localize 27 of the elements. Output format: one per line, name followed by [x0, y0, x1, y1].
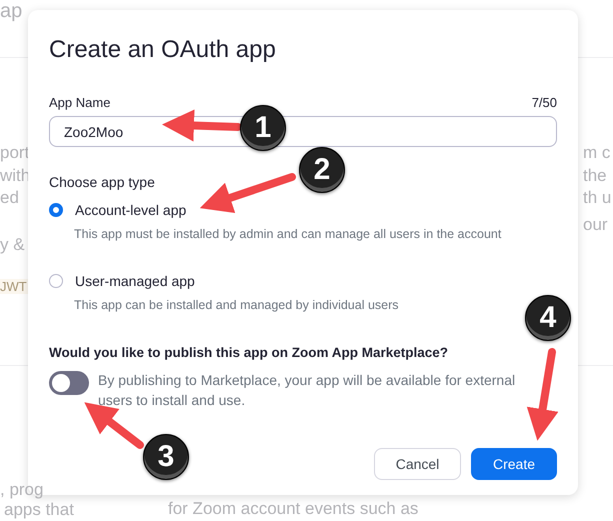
option-label: Account-level app — [75, 202, 186, 218]
background-text: our — [583, 215, 608, 235]
background-text: y & — [0, 235, 25, 255]
field-label: App Name — [49, 95, 110, 110]
background-text: , prog — [0, 480, 44, 500]
radio-button[interactable] — [49, 203, 63, 217]
publish-question: Would you like to publish this app on Zoom App Marketplace? — [49, 345, 450, 360]
option-description: This app must be installed by admin and can manage all users in the account — [74, 227, 502, 241]
background-text: JWT — [0, 279, 29, 294]
dialog-title: Create an OAuth app — [49, 36, 277, 64]
background-text: th u — [583, 188, 612, 208]
option-description: This app can be installed and managed by individual users — [74, 298, 400, 312]
publish-toggle[interactable] — [49, 371, 89, 395]
background-text: for Zoom account events such as — [168, 499, 418, 519]
radio-button[interactable] — [49, 274, 63, 288]
background-text: ed — [0, 188, 19, 208]
character-counter: 7/50 — [532, 95, 557, 110]
background-text: apps that — [4, 500, 74, 520]
background-text: ap — [0, 0, 22, 23]
background-text: the — [583, 166, 607, 186]
create-button[interactable]: Create — [471, 448, 557, 480]
background-text: port — [0, 143, 30, 163]
option-label: User-managed app — [75, 273, 195, 289]
section-label: Choose app type — [49, 174, 156, 190]
background-text: m c — [583, 143, 610, 163]
publish-description: By publishing to Marketplace, your app will be available for external users to install and use. — [98, 371, 516, 410]
cancel-button[interactable]: Cancel — [374, 448, 461, 480]
